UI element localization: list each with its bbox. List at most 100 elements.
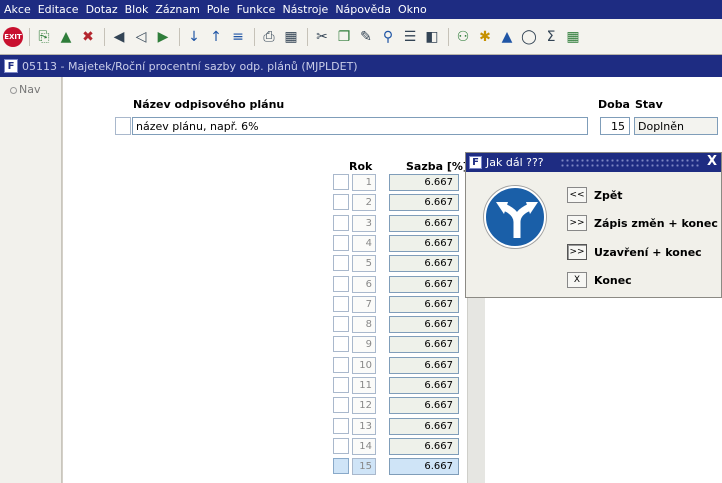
- rate-cell[interactable]: 6.667: [389, 438, 459, 455]
- year-cell[interactable]: 11: [352, 377, 376, 394]
- filter-icon[interactable]: ≡: [228, 27, 248, 47]
- year-cell[interactable]: 9: [352, 336, 376, 353]
- row-indicator[interactable]: [333, 336, 349, 352]
- menu-napoveda[interactable]: Nápověda: [335, 3, 391, 16]
- close-and-exit-button[interactable]: >>: [567, 244, 587, 260]
- year-cell[interactable]: 6: [352, 276, 376, 293]
- year-cell[interactable]: 5: [352, 255, 376, 272]
- save-and-exit-button[interactable]: >>: [567, 215, 587, 231]
- calculator-icon[interactable]: ◯: [519, 27, 539, 47]
- sort-desc-icon[interactable]: ↑: [206, 27, 226, 47]
- nav-label[interactable]: Nav: [19, 83, 40, 96]
- toolbar-separator: [254, 27, 255, 46]
- state-label: Stav: [635, 98, 663, 111]
- year-cell[interactable]: 12: [352, 397, 376, 414]
- insert-record-icon[interactable]: ▲: [56, 27, 76, 47]
- year-cell[interactable]: 1: [352, 174, 376, 191]
- menu-editace[interactable]: Editace: [38, 3, 79, 16]
- rate-cell[interactable]: 6.667: [389, 296, 459, 313]
- copy-icon[interactable]: ❐: [334, 27, 354, 47]
- row-indicator[interactable]: [333, 316, 349, 332]
- save-and-exit-label[interactable]: Zápis změn + konec: [594, 217, 718, 230]
- menu-okno[interactable]: Okno: [398, 3, 427, 16]
- row-indicator[interactable]: [333, 255, 349, 271]
- menu-dotaz[interactable]: Dotaz: [86, 3, 118, 16]
- cut-icon[interactable]: ✂: [312, 27, 332, 47]
- period-field[interactable]: 15: [600, 117, 630, 135]
- list-icon[interactable]: ☰: [400, 27, 420, 47]
- next-record-icon[interactable]: ▶: [153, 27, 173, 47]
- toolbar: EXIT ⎘ ▲ ✖ ◀ ◁ ▶ ↓ ↑ ≡ ⎙ ▦ ✂ ❐ ✎ ⚲ ☰ ◧ ⚇…: [0, 19, 722, 55]
- row-indicator[interactable]: [333, 215, 349, 231]
- print-icon[interactable]: ⎙: [259, 27, 279, 47]
- row-indicator[interactable]: [333, 418, 349, 434]
- row-indicator[interactable]: [333, 194, 349, 210]
- close-and-exit-label[interactable]: Uzavření + konec: [594, 246, 702, 259]
- rate-cell[interactable]: 6.667: [389, 276, 459, 293]
- year-cell[interactable]: 15: [352, 458, 376, 475]
- menu-funkce[interactable]: Funkce: [237, 3, 276, 16]
- plan-name-label: Název odpisového plánu: [133, 98, 285, 111]
- sort-asc-icon[interactable]: ↓: [184, 27, 204, 47]
- year-cell[interactable]: 2: [352, 194, 376, 211]
- exit-label[interactable]: Konec: [594, 274, 632, 287]
- row-indicator[interactable]: [333, 397, 349, 413]
- year-cell[interactable]: 4: [352, 235, 376, 252]
- menu-blok[interactable]: Blok: [125, 3, 149, 16]
- rate-cell[interactable]: 6.667: [389, 235, 459, 252]
- menu-akce[interactable]: Akce: [4, 3, 31, 16]
- back-button[interactable]: <<: [567, 187, 587, 203]
- year-column-header: Rok: [349, 160, 373, 173]
- year-cell[interactable]: 10: [352, 357, 376, 374]
- rate-cell[interactable]: 6.667: [389, 215, 459, 232]
- print-preview-icon[interactable]: ▦: [281, 27, 301, 47]
- export-icon[interactable]: ⚇: [453, 27, 473, 47]
- menu-pole[interactable]: Pole: [207, 3, 230, 16]
- first-record-icon[interactable]: ◀: [109, 27, 129, 47]
- year-cell[interactable]: 8: [352, 316, 376, 333]
- menu-nastroje[interactable]: Nástroje: [282, 3, 328, 16]
- paste-icon[interactable]: ✎: [356, 27, 376, 47]
- year-cell[interactable]: 7: [352, 296, 376, 313]
- exit-icon[interactable]: EXIT: [3, 26, 23, 47]
- row-indicator[interactable]: [333, 174, 349, 190]
- row-indicator[interactable]: [333, 276, 349, 292]
- delete-record-icon[interactable]: ✖: [78, 27, 98, 47]
- state-field: Doplněn: [634, 117, 718, 135]
- year-cell[interactable]: 13: [352, 418, 376, 435]
- row-indicator[interactable]: [333, 296, 349, 312]
- row-indicator[interactable]: [333, 235, 349, 251]
- row-indicator[interactable]: [333, 438, 349, 454]
- record-indicator[interactable]: [115, 117, 131, 135]
- nav-radio-icon[interactable]: [10, 86, 17, 94]
- rate-cell[interactable]: 6.667: [389, 397, 459, 414]
- find-icon[interactable]: ⚲: [378, 27, 398, 47]
- row-indicator[interactable]: [333, 377, 349, 393]
- menu-zaznam[interactable]: Záznam: [155, 3, 199, 16]
- dialog-close-button[interactable]: X: [707, 154, 717, 169]
- rate-cell[interactable]: 6.667: [389, 418, 459, 435]
- rate-cell[interactable]: 6.667: [389, 255, 459, 272]
- save-record-icon[interactable]: ⎘: [34, 27, 54, 47]
- year-cell[interactable]: 14: [352, 438, 376, 455]
- rate-cell[interactable]: 6.667: [389, 377, 459, 394]
- prev-record-icon[interactable]: ◁: [131, 27, 151, 47]
- rate-cell[interactable]: 6.667: [389, 174, 459, 191]
- back-label[interactable]: Zpět: [594, 189, 623, 202]
- rate-cell[interactable]: 6.667: [389, 458, 459, 475]
- row-indicator[interactable]: [333, 458, 349, 474]
- plan-name-field[interactable]: název plánu, např. 6%: [132, 117, 588, 135]
- rate-cell[interactable]: 6.667: [389, 194, 459, 211]
- sum-icon[interactable]: Σ: [541, 27, 561, 47]
- rate-cell[interactable]: 6.667: [389, 316, 459, 333]
- columns-icon[interactable]: ◧: [422, 27, 442, 47]
- year-cell[interactable]: 3: [352, 215, 376, 232]
- row-indicator[interactable]: [333, 357, 349, 373]
- excel-icon[interactable]: ▦: [563, 27, 583, 47]
- rate-cell[interactable]: 6.667: [389, 336, 459, 353]
- exit-button[interactable]: X: [567, 272, 587, 288]
- rate-cell[interactable]: 6.667: [389, 357, 459, 374]
- tools-icon[interactable]: ✱: [475, 27, 495, 47]
- chart-icon[interactable]: ▲: [497, 27, 517, 47]
- dialog-title: Jak dál ???: [486, 156, 544, 169]
